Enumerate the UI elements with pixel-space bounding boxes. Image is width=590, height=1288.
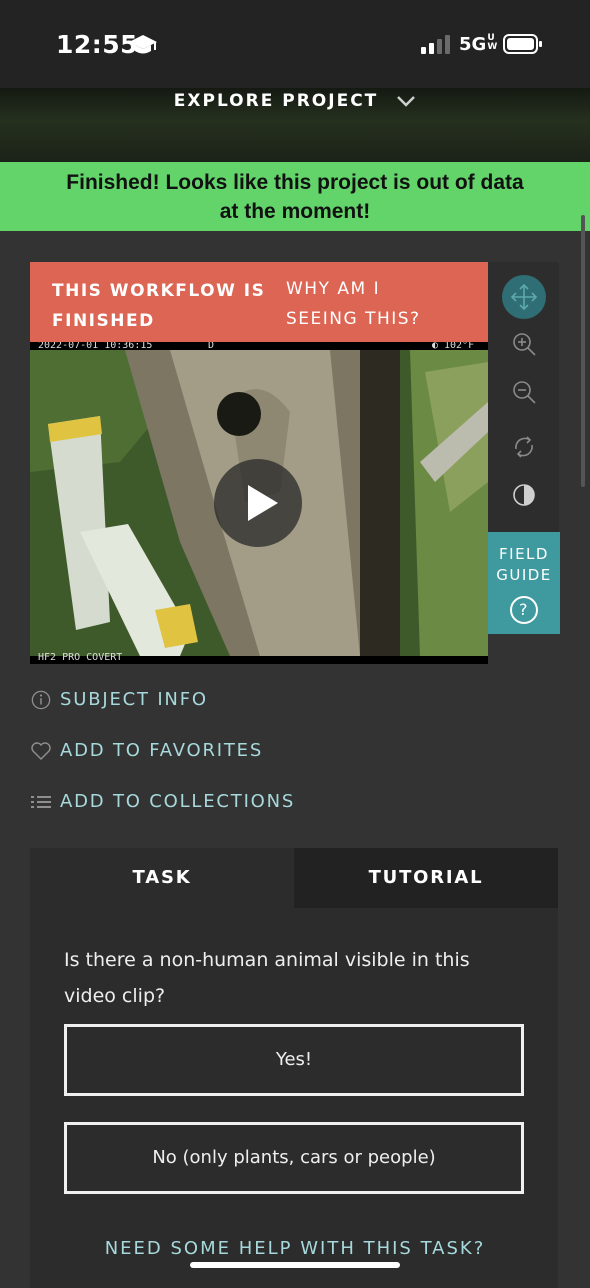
network-suffix: UW xyxy=(487,33,498,52)
favorites-label: ADD TO FAVORITES xyxy=(60,740,264,761)
scrollbar-thumb[interactable] xyxy=(581,215,585,487)
network-label: 5G xyxy=(459,34,487,55)
workflow-finished-label: THIS WORKFLOW IS FINISHED xyxy=(52,276,265,336)
zoom-in-icon xyxy=(513,333,536,356)
why-line-2: SEEING THIS? xyxy=(286,309,421,329)
answer-no-button[interactable]: No (only plants, cars or people) xyxy=(64,1122,524,1194)
collections-label: ADD TO COLLECTIONS xyxy=(60,791,296,812)
rotate-button[interactable] xyxy=(502,425,546,469)
move-tool-button[interactable] xyxy=(502,275,546,319)
field-guide-line-2: GUIDE xyxy=(496,566,552,584)
subject-info-label: SUBJECT INFO xyxy=(60,689,208,710)
zoom-out-icon xyxy=(513,381,536,404)
subject-info-link[interactable]: SUBJECT INFO xyxy=(30,689,208,710)
banner-line-1: Finished! Looks like this project is out… xyxy=(66,171,524,194)
finished-line-2: FINISHED xyxy=(52,311,155,331)
field-guide-button[interactable]: FIELD GUIDE ? xyxy=(488,532,560,634)
banner-line-2: at the moment! xyxy=(219,200,371,223)
why-am-i-seeing-this-link[interactable]: WHY AM I SEEING THIS? xyxy=(286,274,421,334)
info-icon xyxy=(31,690,51,710)
question-line-1: Is there a non-human animal visible in t… xyxy=(64,949,470,971)
rotate-icon xyxy=(515,436,533,458)
zoom-out-button[interactable] xyxy=(502,370,546,414)
why-line-1: WHY AM I xyxy=(286,279,381,299)
battery-icon xyxy=(503,34,542,54)
question-line-2: video clip? xyxy=(64,985,166,1007)
moon-phase-icon: ◐ xyxy=(432,342,439,351)
video-mode: D xyxy=(208,342,215,351)
explore-project-toggle[interactable]: EXPLORE PROJECT xyxy=(0,88,590,111)
explore-project-label: EXPLORE PROJECT xyxy=(173,91,379,111)
video-temperature: 102°F xyxy=(444,342,475,351)
field-guide-line-1: FIELD xyxy=(499,545,549,563)
status-bar: 12:55 5GUW xyxy=(0,0,590,88)
play-icon xyxy=(248,485,278,521)
invert-icon xyxy=(513,484,535,506)
camera-model: HF2 PRO COVERT xyxy=(38,652,123,663)
workflow-finished-notice: THIS WORKFLOW IS FINISHED WHY AM I SEEIN… xyxy=(30,262,488,342)
network-type: 5GUW xyxy=(459,33,498,56)
status-time: 12:55 xyxy=(56,30,139,59)
zoom-in-button[interactable] xyxy=(502,322,546,366)
heart-icon xyxy=(31,742,51,760)
tab-tutorial[interactable]: TUTORIAL xyxy=(294,848,558,908)
play-button[interactable] xyxy=(214,459,302,547)
home-indicator[interactable] xyxy=(190,1262,400,1268)
graduation-cap-icon xyxy=(129,35,157,54)
chevron-down-icon xyxy=(397,96,416,107)
list-icon xyxy=(31,796,51,808)
answer-yes-button[interactable]: Yes! xyxy=(64,1024,524,1096)
task-question: Is there a non-human animal visible in t… xyxy=(64,942,524,1014)
add-to-favorites-link[interactable]: ADD TO FAVORITES xyxy=(30,740,263,761)
help-question-icon: ? xyxy=(510,596,538,624)
video-timestamp: 2022-07-01 10:36:15 xyxy=(38,342,153,351)
move-icon xyxy=(510,283,538,311)
task-help-link[interactable]: NEED SOME HELP WITH THIS TASK? xyxy=(0,1238,590,1259)
project-finished-banner: Finished! Looks like this project is out… xyxy=(0,162,590,231)
invert-button[interactable] xyxy=(502,473,546,517)
finished-line-1: THIS WORKFLOW IS xyxy=(52,281,266,301)
add-to-collections-link[interactable]: ADD TO COLLECTIONS xyxy=(30,791,295,812)
cellular-signal-icon xyxy=(421,35,450,54)
tab-task[interactable]: TASK xyxy=(30,848,294,908)
